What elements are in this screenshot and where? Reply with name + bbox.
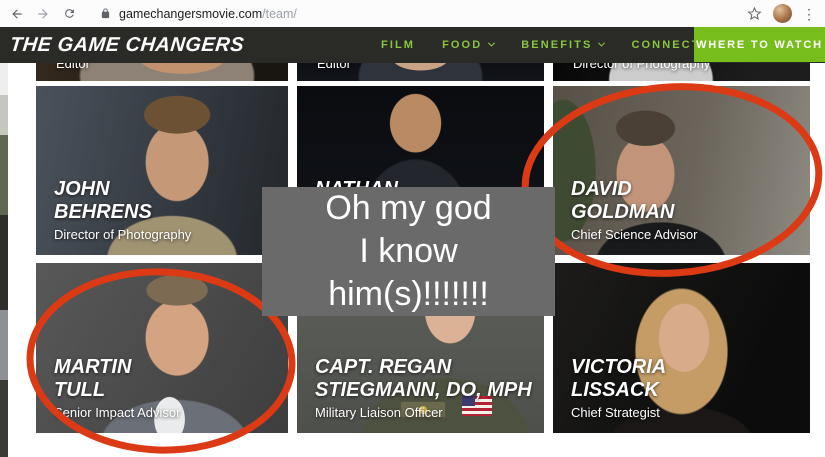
member-name-line2: BEHRENS [54,201,191,224]
member-name-line1: JOHN [54,178,191,201]
member-name-line2: TULL [54,379,180,402]
note-line3: him(s)!!!!!!! [262,273,555,316]
member-role: Chief Science Advisor [571,227,697,243]
padlock-icon[interactable] [96,5,114,23]
nav-item-film[interactable]: FILM [381,39,415,51]
chevron-down-icon [598,40,605,47]
team-card-victoria-lissack[interactable]: VICTORIA LISSACK Chief Strategist [553,263,810,433]
reload-button[interactable] [60,5,78,23]
member-name-line2: LISSACK [571,379,666,402]
member-name-line1: CAPT. REGAN [315,356,532,379]
member-name-line2: GOLDMAN [571,201,697,224]
note-line2: I know [262,230,555,273]
member-name-line2: STIEGMANN, DO, MPH [315,379,532,402]
member-role: Military Liaison Officer [315,405,532,421]
where-to-watch-button[interactable]: WHERE TO WATCH [694,27,825,62]
chevron-down-icon [488,40,495,47]
nav-item-food[interactable]: FOOD [442,39,494,51]
nav-item-label: FILM [381,39,415,51]
nav-item-label: BENEFITS [521,39,592,51]
nav-item-connect[interactable]: CONNECT [631,39,700,51]
site-logo[interactable]: THE GAME CHANGERS [9,34,245,57]
address-bar[interactable]: gamechangersmovie.com/team/ [119,7,297,21]
browser-window: Editor Editor Director of Photography JO… [0,0,825,457]
bookmark-star-icon[interactable] [745,5,763,23]
member-name-line1: MARTIN [54,356,180,379]
team-card-john-behrens[interactable]: JOHN BEHRENS Director of Photography [36,86,288,255]
member-role: Chief Strategist [571,405,666,421]
forward-button[interactable] [34,5,52,23]
profile-avatar[interactable] [773,4,792,23]
member-role: Director of Photography [54,227,191,243]
site-navbar: THE GAME CHANGERS FILM FOOD BENEFITS CON… [0,27,825,63]
nav-item-label: FOOD [442,39,482,51]
nav-item-benefits[interactable]: BENEFITS [521,39,604,51]
team-card-martin-tull[interactable]: MARTIN TULL Senior Impact Advisor [36,263,288,433]
member-name-line1: DAVID [571,178,697,201]
kebab-menu-icon[interactable]: ⋮ [802,7,816,21]
team-card-caption: DAVID GOLDMAN Chief Science Advisor [571,178,697,243]
team-card-caption: VICTORIA LISSACK Chief Strategist [571,356,666,421]
note-line1: Oh my god [262,187,555,230]
team-card-caption: MARTIN TULL Senior Impact Advisor [54,356,180,421]
member-role: Senior Impact Advisor [54,405,180,421]
url-host: gamechangersmovie.com [119,7,262,21]
back-button[interactable] [8,5,26,23]
nav-item-label: CONNECT [631,39,700,51]
url-path: /team/ [262,7,297,21]
background-window-sliver [0,27,8,457]
team-card-caption: JOHN BEHRENS Director of Photography [54,178,191,243]
annotation-note: Oh my god I know him(s)!!!!!!! [262,187,555,316]
nav-links: FILM FOOD BENEFITS CONNECT [381,27,743,62]
member-name-line1: VICTORIA [571,356,666,379]
team-card-david-goldman[interactable]: DAVID GOLDMAN Chief Science Advisor [553,86,810,255]
browser-toolbar: gamechangersmovie.com/team/ ⋮ [0,0,825,27]
team-card-caption: CAPT. REGAN STIEGMANN, DO, MPH Military … [315,356,532,421]
